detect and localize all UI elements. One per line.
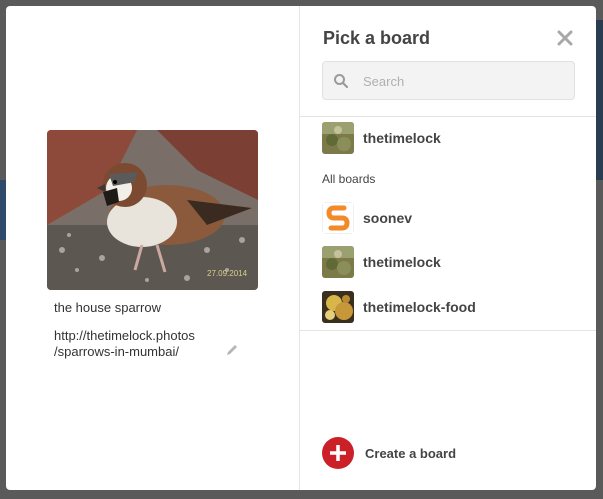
board-name: thetimelock	[363, 254, 441, 270]
picker-title: Pick a board	[323, 28, 431, 48]
soonev-logo-icon	[322, 202, 354, 234]
food-thumbnail-icon	[322, 291, 354, 323]
moss-thumbnail-icon	[322, 122, 354, 154]
board-name: soonev	[363, 210, 413, 226]
divider	[300, 330, 596, 331]
pin-source-url: http://thetimelock.photos /sparrows-in-m…	[54, 328, 214, 360]
board-item-soonev[interactable]: soonev	[322, 202, 572, 234]
pin-url-line-1: http://thetimelock.photos	[54, 328, 195, 343]
create-board-button[interactable]: Create a board	[322, 437, 572, 469]
board-item-thetimelock[interactable]: thetimelock	[322, 246, 572, 278]
pin-image: 27.09.2014	[47, 130, 258, 290]
board-item-thetimelock-food[interactable]: thetimelock-food	[322, 291, 572, 323]
pin-preview-pane: 27.09.2014 the house sparrow http://thet…	[6, 6, 300, 490]
pencil-icon[interactable]	[225, 343, 239, 357]
moss-thumbnail-icon	[322, 246, 354, 278]
board-picker-pane: Pick a board thetimelock	[300, 6, 596, 490]
board-search-field[interactable]	[322, 61, 575, 101]
search-icon	[334, 74, 349, 89]
all-boards-label: All boards	[322, 172, 376, 186]
divider	[300, 116, 596, 117]
create-board-label: Create a board	[365, 446, 457, 461]
pin-description: the house sparrow	[54, 300, 161, 315]
close-icon[interactable]	[557, 30, 573, 46]
board-item-top[interactable]: thetimelock	[322, 122, 572, 154]
background-fragment-right	[596, 20, 603, 180]
plus-circle-icon	[322, 437, 354, 469]
pin-url-line-2: /sparrows-in-mumbai/	[54, 344, 179, 359]
image-watermark: 27.09.2014	[207, 269, 248, 278]
pin-dialog: 27.09.2014 the house sparrow http://thet…	[6, 6, 596, 490]
board-name: thetimelock	[363, 130, 441, 146]
board-name: thetimelock-food	[363, 299, 476, 315]
search-input[interactable]	[361, 62, 570, 101]
